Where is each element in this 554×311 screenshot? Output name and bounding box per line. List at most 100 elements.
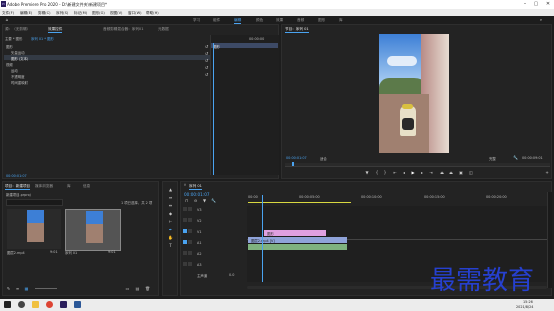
comparison-view-icon[interactable]: ◫ — [468, 170, 474, 175]
reset-icon[interactable]: ↺ — [204, 65, 209, 70]
add-button-icon[interactable]: + — [544, 170, 550, 175]
close-button[interactable]: ✕ — [543, 1, 553, 8]
pen-tool-icon[interactable]: ✒ — [168, 227, 173, 232]
reset-icon[interactable]: ↺ — [204, 44, 209, 49]
property-row[interactable]: 不透明度 — [11, 74, 25, 79]
new-bin-icon[interactable]: ▭ — [125, 286, 130, 291]
menu-clip[interactable]: 剪辑(C) — [38, 11, 51, 16]
add-marker-icon[interactable]: ▼ — [364, 170, 370, 175]
menu-graphics[interactable]: 图形(G) — [92, 11, 105, 16]
tab-metadata[interactable]: 元数据 — [158, 27, 169, 32]
program-timecode[interactable]: 00:00:01:07 — [286, 156, 307, 160]
playhead[interactable] — [262, 195, 263, 282]
play-icon[interactable]: ▶ — [410, 170, 416, 175]
tab-audio-clip-mixer[interactable]: 音频剪辑混合器：序列01 — [103, 27, 144, 32]
go-to-out-icon[interactable]: ⇥ — [428, 170, 434, 175]
tab-media-browser[interactable]: 媒体浏览器 — [35, 184, 53, 189]
tab-libraries[interactable]: 库 — [67, 184, 71, 189]
workspace-graphics[interactable]: 图形 — [318, 18, 325, 23]
search-icon[interactable]: ⌕ — [538, 17, 544, 22]
go-to-in-icon[interactable]: ⇤ — [392, 170, 398, 175]
menu-view[interactable]: 视图(V) — [110, 11, 122, 16]
pencil-icon[interactable]: ✎ — [6, 286, 11, 291]
home-icon[interactable]: ⌂ — [4, 17, 10, 22]
workspace-libraries[interactable]: 库 — [339, 18, 343, 23]
workspace-effects[interactable]: 效果 — [276, 18, 283, 23]
menu-help[interactable]: 帮助(H) — [146, 11, 159, 16]
task-view-icon[interactable] — [18, 301, 25, 308]
word-icon[interactable] — [74, 301, 81, 308]
maximize-button[interactable]: ▢ — [531, 1, 541, 8]
menu-sequence[interactable]: 序列(S) — [56, 11, 68, 16]
razor-tool-icon[interactable]: ◆ — [168, 211, 173, 216]
lift-icon[interactable]: ⏏ — [439, 170, 445, 175]
menu-marker[interactable]: 标记(M) — [74, 11, 87, 16]
workspace-assembly[interactable]: 组件 — [213, 18, 220, 23]
workspace-learn[interactable]: 学习 — [193, 18, 200, 23]
chrome-icon[interactable] — [46, 301, 53, 308]
menu-window[interactable]: 窗口(W) — [128, 11, 142, 16]
track-select-tool-icon[interactable]: ⇛ — [168, 195, 173, 200]
toggle-track-lock-icon[interactable] — [188, 240, 192, 244]
project-item-thumb[interactable] — [7, 209, 61, 249]
minimize-button[interactable]: – — [520, 1, 530, 8]
playhead[interactable] — [213, 43, 214, 175]
hand-tool-icon[interactable]: ✋ — [168, 235, 173, 240]
fit-dropdown[interactable]: 适合 — [320, 156, 327, 161]
export-frame-icon[interactable]: ▣ — [458, 170, 464, 175]
step-forward-icon[interactable]: ▸ — [419, 170, 425, 175]
workspace-color[interactable]: 颜色 — [256, 18, 263, 23]
tab-sequence[interactable]: 序列 01 — [189, 184, 202, 190]
list-view-icon[interactable]: ≡ — [15, 286, 20, 291]
toggle-track-lock-icon[interactable] — [188, 207, 192, 211]
property-row[interactable]: 图形 (文本) — [11, 56, 28, 61]
icon-view-icon[interactable]: ▦ — [24, 286, 29, 291]
step-back-icon[interactable]: ◂ — [401, 170, 407, 175]
reset-icon[interactable]: ↺ — [204, 51, 209, 56]
toggle-sync-lock-icon[interactable] — [183, 262, 187, 266]
effect-timecode[interactable]: 00:00:01:07 — [6, 174, 27, 178]
quality-dropdown[interactable]: 完整 — [489, 156, 496, 161]
mini-timeline-graphic-clip[interactable] — [211, 43, 278, 48]
ripple-edit-tool-icon[interactable]: ⇹ — [168, 203, 173, 208]
mark-in-icon[interactable]: { — [374, 170, 380, 175]
zoom-slider[interactable] — [35, 288, 57, 289]
toggle-track-lock-icon[interactable] — [188, 262, 192, 266]
wrench-icon[interactable]: 🔧 — [513, 155, 518, 160]
toggle-sync-lock-icon[interactable] — [183, 251, 187, 255]
close-tab-icon[interactable]: ✕ — [183, 183, 187, 188]
add-marker-icon[interactable]: ▼ — [202, 198, 207, 203]
project-item-thumb[interactable] — [65, 209, 121, 251]
tab-program[interactable]: 节目：序列 01 — [285, 27, 309, 33]
toggle-sync-lock-icon[interactable] — [183, 218, 187, 222]
new-item-icon[interactable]: ▤ — [135, 286, 140, 291]
program-playhead[interactable] — [292, 162, 294, 166]
program-scrubber[interactable] — [285, 163, 550, 167]
toggle-track-lock-icon[interactable] — [188, 251, 192, 255]
slip-tool-icon[interactable]: ⊢ — [168, 219, 173, 224]
toggle-track-lock-icon[interactable] — [188, 218, 192, 222]
menu-edit[interactable]: 编辑(E) — [20, 11, 32, 16]
trash-icon[interactable]: 🗑 — [145, 286, 150, 291]
tab-effect-controls[interactable]: 效果控件 — [48, 27, 63, 33]
work-area-bar[interactable] — [248, 202, 351, 203]
toggle-sync-lock-icon[interactable] — [183, 207, 187, 211]
file-explorer-icon[interactable] — [32, 301, 39, 308]
premiere-taskbar-icon[interactable] — [60, 301, 67, 308]
master-level[interactable]: 0.0 — [229, 273, 234, 277]
snap-icon[interactable]: ⊓ — [184, 198, 189, 203]
selection-tool-icon[interactable]: ▲ — [168, 187, 173, 192]
property-row[interactable]: 运动 — [11, 68, 18, 73]
timeline-settings-icon[interactable]: 🔧 — [211, 198, 216, 203]
workspace-audio[interactable]: 音频 — [297, 18, 304, 23]
reset-icon[interactable]: ↺ — [204, 58, 209, 63]
property-row[interactable]: 时间重映射 — [11, 80, 28, 85]
reset-icon[interactable]: ↺ — [204, 72, 209, 77]
timeline-timecode[interactable]: 00:00:01:07 — [184, 192, 210, 197]
workspace-editing[interactable]: 编辑 — [234, 18, 242, 24]
extract-icon[interactable]: ⏏ — [448, 170, 454, 175]
type-tool-icon[interactable]: T — [168, 243, 173, 248]
tab-source[interactable]: 源：（无剪辑） — [5, 27, 30, 32]
toggle-sync-lock-icon[interactable] — [183, 229, 187, 233]
tab-project[interactable]: 项目：新建项目 — [5, 184, 31, 190]
